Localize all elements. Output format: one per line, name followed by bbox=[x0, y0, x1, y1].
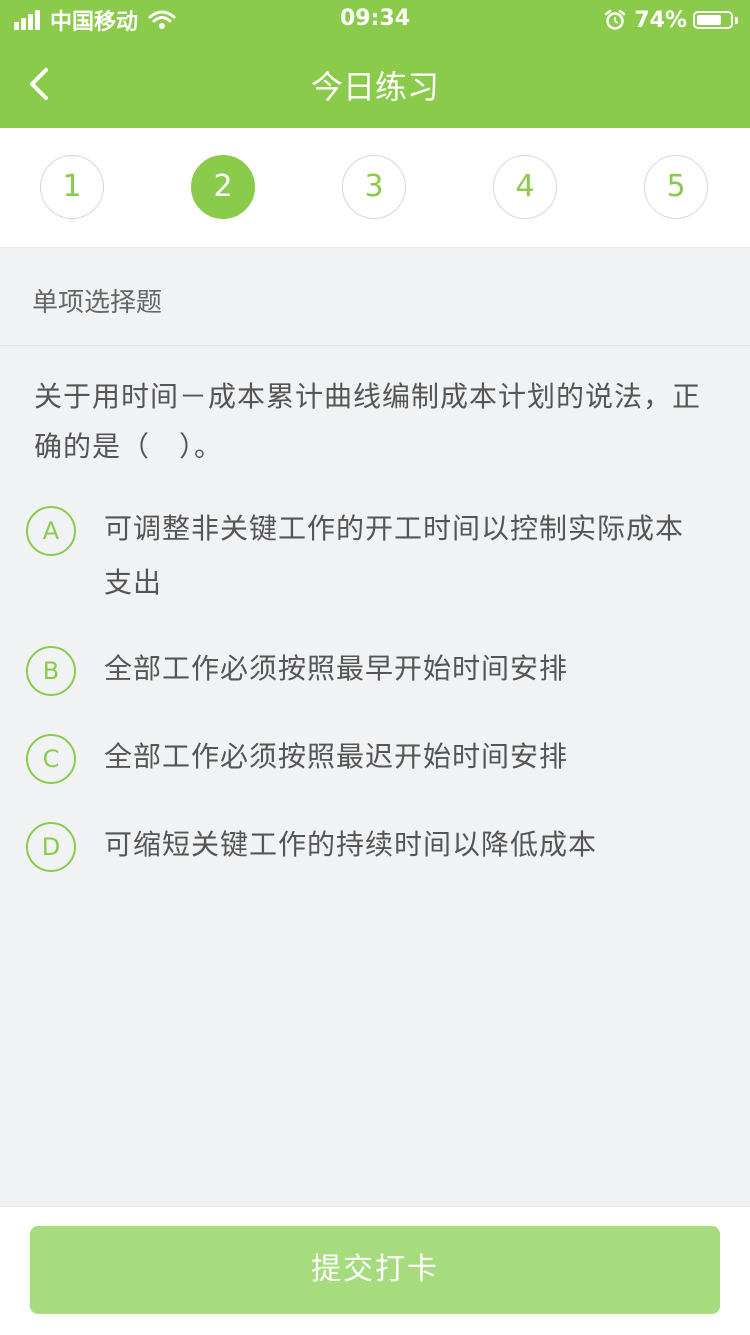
option-text-d: 可缩短关键工作的持续时间以降低成本 bbox=[104, 828, 598, 861]
status-right: 74% bbox=[604, 6, 738, 34]
bottom-bar: 提交打卡 bbox=[0, 1206, 750, 1335]
question-number-strip: 1 2 3 4 5 bbox=[0, 128, 750, 248]
option-letter-d: D bbox=[26, 822, 76, 872]
option-letter-c: C bbox=[26, 734, 76, 784]
question-number-4[interactable]: 4 bbox=[493, 155, 557, 219]
battery-icon bbox=[693, 11, 733, 29]
app-header: 中国移动 09:34 74% 今日练习 bbox=[0, 0, 750, 128]
option-letter-b: B bbox=[26, 646, 76, 696]
question-type-header: 单项选择题 bbox=[0, 248, 750, 346]
question-number-5[interactable]: 5 bbox=[644, 155, 708, 219]
question-stem: 关于用时间－成本累计曲线编制成本计划的说法，正确的是（ ）。 bbox=[34, 380, 702, 463]
option-text-a: 可调整非关键工作的开工时间以控制实际成本支出 bbox=[104, 512, 685, 599]
battery-tip bbox=[735, 16, 738, 24]
nav-bar: 今日练习 bbox=[0, 40, 750, 128]
option-text-c: 全部工作必须按照最迟开始时间安排 bbox=[104, 740, 569, 773]
question-number-3[interactable]: 3 bbox=[342, 155, 406, 219]
status-bar: 中国移动 09:34 74% bbox=[0, 0, 750, 40]
question-number-2[interactable]: 2 bbox=[191, 155, 255, 219]
option-letter-a: A bbox=[26, 506, 76, 556]
submit-checkin-button[interactable]: 提交打卡 bbox=[30, 1226, 720, 1314]
option-text-b: 全部工作必须按照最早开始时间安排 bbox=[104, 652, 569, 685]
question-type-label: 单项选择题 bbox=[32, 288, 163, 318]
page-title: 今日练习 bbox=[310, 68, 439, 106]
question-number-1[interactable]: 1 bbox=[40, 155, 104, 219]
battery-percent: 74% bbox=[634, 7, 687, 33]
battery-fill bbox=[697, 15, 721, 25]
alarm-icon bbox=[605, 9, 626, 30]
